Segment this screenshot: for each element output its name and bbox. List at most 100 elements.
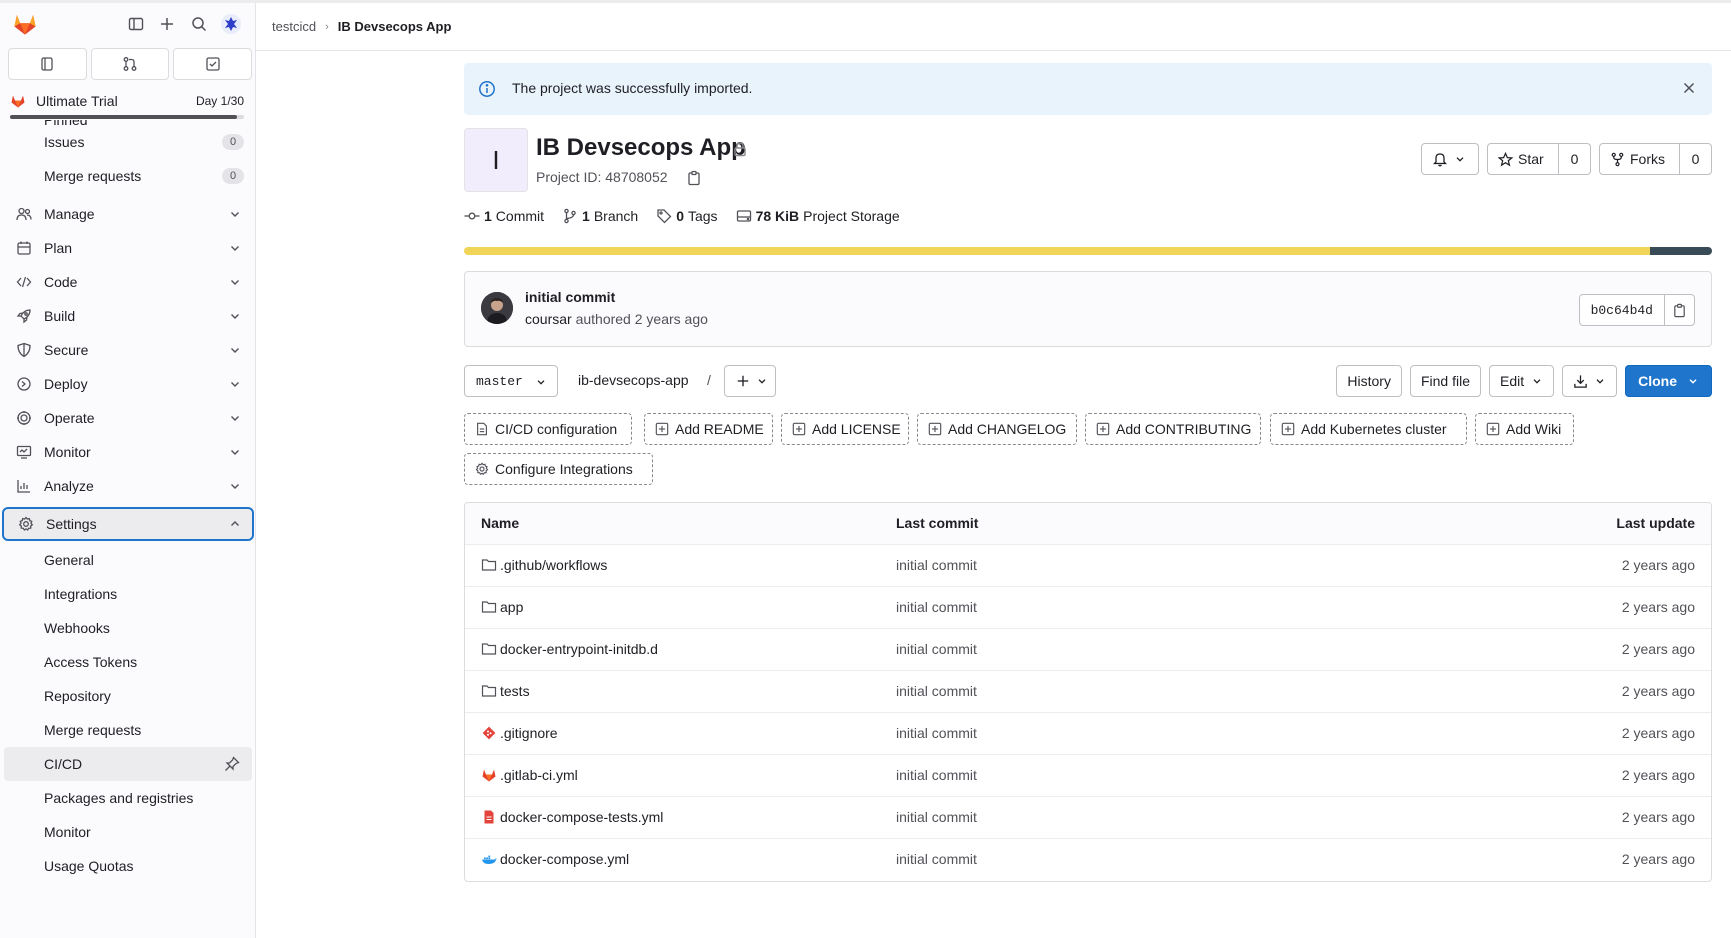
sidebar-item-code[interactable]: Code [0, 265, 255, 299]
assigned-issues-tab[interactable] [8, 48, 87, 80]
repo-path[interactable]: ib-devsecops-app [578, 372, 689, 388]
stat-commits[interactable]: 1 Commit [464, 206, 544, 226]
table-row[interactable]: docker-compose.yml initial commit 2 year… [465, 839, 1711, 881]
table-row[interactable]: app initial commit 2 years ago [465, 587, 1711, 629]
settings-item-cicd[interactable]: CI/CD [4, 747, 252, 781]
close-icon[interactable] [1680, 79, 1698, 97]
history-button[interactable]: History [1336, 365, 1402, 397]
sidebar-item-analyze[interactable]: Analyze [0, 469, 255, 503]
sidebar-item-manage[interactable]: Manage [0, 197, 255, 231]
sidebar-item-label: Build [44, 308, 76, 324]
repository-language-bar[interactable] [464, 247, 1712, 255]
copy-sha-button[interactable] [1664, 295, 1694, 325]
table-row[interactable]: .gitignore initial commit 2 years ago [465, 713, 1711, 755]
commit-sha[interactable]: b0c64b4d [1580, 295, 1664, 325]
add-changelog-button[interactable]: Add CHANGELOG [917, 413, 1077, 445]
row-last-commit[interactable]: initial commit [896, 557, 977, 573]
todos-tab[interactable] [173, 48, 253, 80]
todo-icon [206, 57, 220, 71]
file-name-link[interactable]: docker-compose-tests.yml [481, 809, 663, 825]
copy-project-id-icon[interactable] [686, 170, 702, 186]
row-last-commit[interactable]: initial commit [896, 767, 977, 783]
settings-item-repository[interactable]: Repository [0, 679, 255, 713]
sidebar-item-operate[interactable]: Operate [0, 401, 255, 435]
plus-icon[interactable] [157, 14, 177, 34]
add-contributing-button[interactable]: Add CONTRIBUTING [1085, 413, 1261, 445]
find-file-button[interactable]: Find file [1409, 365, 1481, 397]
row-last-commit[interactable]: initial commit [896, 599, 977, 615]
file-name-link[interactable]: app [481, 599, 523, 615]
stat-storage[interactable]: 78 KiB Project Storage [736, 206, 900, 226]
sidebar-item-deploy[interactable]: Deploy [0, 367, 255, 401]
file-name-link[interactable]: .gitignore [481, 725, 558, 741]
sidebar-item-issues[interactable]: Issues 0 [0, 125, 255, 159]
add-to-tree-button[interactable] [724, 365, 776, 397]
notifications-button[interactable] [1421, 143, 1479, 175]
add-readme-button[interactable]: Add README [644, 413, 773, 445]
chevron-down-icon [231, 450, 239, 455]
add-license-button[interactable]: Add LICENSE [781, 413, 909, 445]
table-row[interactable]: tests initial commit 2 years ago [465, 671, 1711, 713]
row-last-commit[interactable]: initial commit [896, 851, 977, 867]
add-wiki-button[interactable]: Add Wiki [1475, 413, 1574, 445]
table-row[interactable]: .github/workflows initial commit 2 years… [465, 545, 1711, 587]
sidebar-item-merge-requests[interactable]: Merge requests 0 [0, 159, 255, 193]
sidebar-item-monitor[interactable]: Monitor [0, 435, 255, 469]
row-last-commit[interactable]: initial commit [896, 725, 977, 741]
language-segment[interactable] [464, 247, 1650, 255]
language-segment[interactable] [1649, 247, 1712, 255]
chevron-down-icon [231, 314, 239, 319]
star-count[interactable]: 0 [1558, 144, 1590, 174]
sidebar-toggle-icon[interactable] [126, 14, 146, 34]
sidebar-item-build[interactable]: Build [0, 299, 255, 333]
commit-title[interactable]: initial commit [525, 289, 615, 305]
merge-requests-tab[interactable] [90, 48, 170, 80]
table-row[interactable]: docker-compose-tests.yml initial commit … [465, 797, 1711, 839]
commit-author[interactable]: coursar [525, 311, 572, 327]
shortcut-label: Add LICENSE [812, 421, 901, 437]
edit-button[interactable]: Edit [1488, 365, 1555, 397]
gitlab-logo-icon[interactable] [12, 11, 38, 37]
stat-tags[interactable]: 0 Tags [656, 206, 718, 226]
sidebar-item-settings[interactable]: Settings [2, 507, 254, 541]
row-last-commit[interactable]: initial commit [896, 641, 977, 657]
file-name-link[interactable]: tests [481, 683, 530, 699]
settings-item-integrations[interactable]: Integrations [0, 577, 255, 611]
file-name-link[interactable]: .github/workflows [481, 557, 607, 573]
configure-integrations-button[interactable]: Configure Integrations [464, 453, 653, 485]
forks-count[interactable]: 0 [1679, 144, 1711, 174]
table-row[interactable]: docker-entrypoint-initdb.d initial commi… [465, 629, 1711, 671]
row-last-commit[interactable]: initial commit [896, 683, 977, 699]
author-avatar[interactable] [481, 292, 513, 324]
header-last-update: Last update [1616, 515, 1695, 531]
file-name-link[interactable]: docker-entrypoint-initdb.d [481, 641, 658, 657]
gear-icon [18, 516, 34, 531]
settings-item-merge-requests[interactable]: Merge requests [0, 713, 255, 747]
stat-branches[interactable]: 1 Branch [562, 206, 638, 226]
sidebar-item-plan[interactable]: Plan [0, 231, 255, 265]
settings-item-usage-quotas[interactable]: Usage Quotas [0, 849, 255, 883]
cicd-configuration-button[interactable]: CI/CD configuration [464, 413, 632, 445]
add-kubernetes-cluster-button[interactable]: Add Kubernetes cluster [1270, 413, 1467, 445]
file-name-link[interactable]: docker-compose.yml [481, 851, 629, 867]
settings-item-packages[interactable]: Packages and registries [0, 781, 255, 815]
download-button[interactable] [1562, 365, 1618, 397]
file-name-link[interactable]: .gitlab-ci.yml [481, 767, 578, 783]
pin-icon[interactable] [224, 756, 240, 772]
settings-item-general[interactable]: General [0, 543, 255, 577]
clone-button[interactable]: Clone [1625, 365, 1712, 397]
breadcrumb-group[interactable]: testcicd [272, 19, 316, 34]
table-row[interactable]: .gitlab-ci.yml initial commit 2 years ag… [465, 755, 1711, 797]
forks-button[interactable]: Forks 0 [1599, 143, 1712, 175]
search-icon[interactable] [189, 14, 209, 34]
repo-path-separator: / [707, 372, 711, 388]
settings-item-access-tokens[interactable]: Access Tokens [0, 645, 255, 679]
sidebar-item-secure[interactable]: Secure [0, 333, 255, 367]
branch-selector[interactable]: master [464, 365, 558, 397]
breadcrumb-project[interactable]: IB Devsecops App [338, 19, 452, 34]
row-last-commit[interactable]: initial commit [896, 809, 977, 825]
settings-item-webhooks[interactable]: Webhooks [0, 611, 255, 645]
star-button[interactable]: Star 0 [1487, 143, 1591, 175]
settings-item-monitor[interactable]: Monitor [0, 815, 255, 849]
user-avatar-icon[interactable] [221, 14, 241, 34]
